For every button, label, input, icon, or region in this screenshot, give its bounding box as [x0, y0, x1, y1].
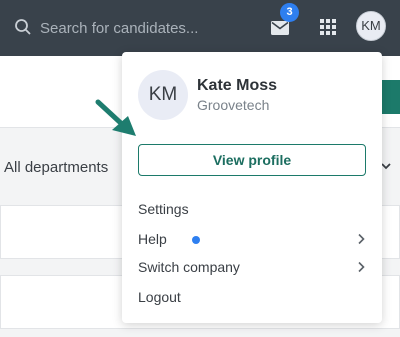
apps-grid-icon	[320, 19, 336, 35]
user-avatar-button[interactable]: KM	[356, 11, 386, 41]
mail-icon	[271, 21, 289, 35]
menu-item-switch-company[interactable]: Switch company	[138, 255, 366, 279]
chevron-right-icon	[358, 261, 365, 273]
apps-button[interactable]	[315, 14, 341, 40]
avatar: KM	[138, 70, 188, 120]
menu-item-logout[interactable]: Logout	[138, 285, 366, 309]
view-profile-button[interactable]: View profile	[138, 144, 366, 176]
user-name: Kate Moss	[197, 77, 278, 94]
department-filter[interactable]: All departments	[4, 159, 108, 176]
search-input[interactable]	[40, 18, 240, 38]
menu-item-label: Settings	[138, 201, 189, 217]
chevron-right-icon	[358, 233, 365, 245]
annotation-arrow-icon	[95, 99, 136, 136]
company-name: Groovetech	[197, 97, 270, 113]
help-notification-dot	[192, 236, 200, 244]
menu-item-settings[interactable]: Settings	[138, 197, 366, 221]
top-navigation-bar: 3 KM	[0, 0, 400, 56]
notification-badge: 3	[280, 3, 299, 22]
user-menu-dropdown: KM Kate Moss Groovetech View profile Set…	[122, 52, 382, 323]
search-icon	[15, 19, 31, 35]
menu-item-label: Switch company	[138, 259, 240, 275]
menu-item-label: Logout	[138, 289, 181, 305]
menu-item-help[interactable]: Help	[138, 227, 366, 251]
menu-item-label: Help	[138, 231, 167, 247]
